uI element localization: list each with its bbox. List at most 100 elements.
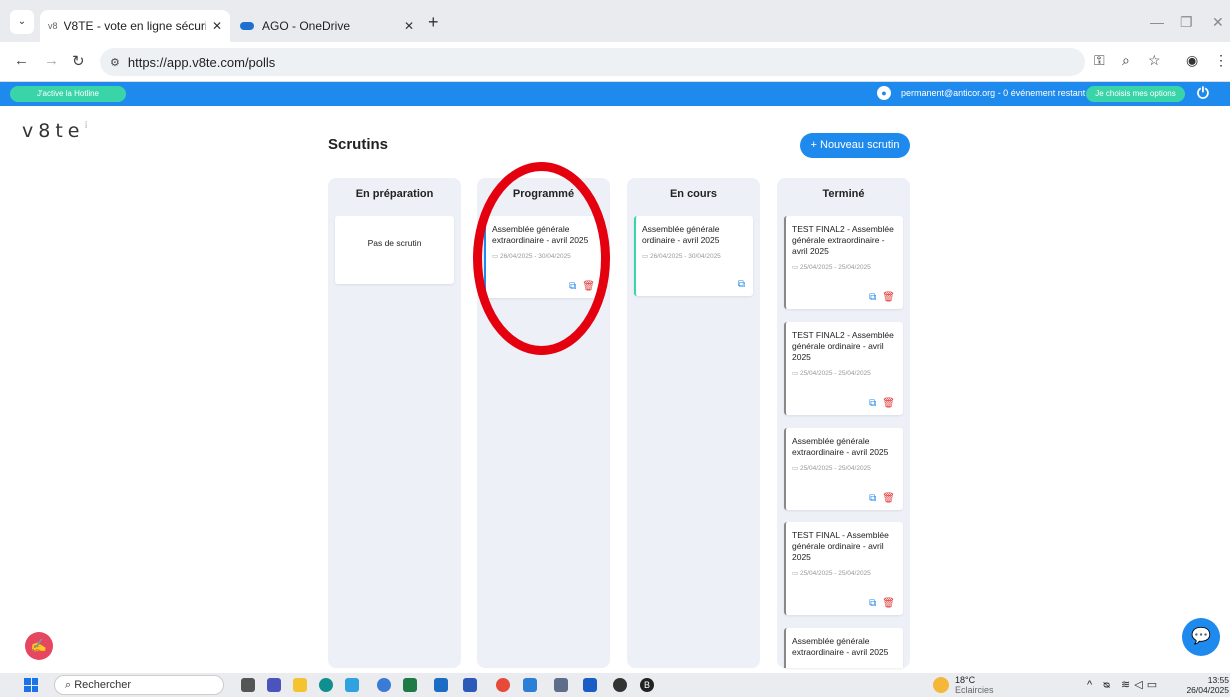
close-icon[interactable]: ✕	[404, 19, 414, 33]
tab-search-button[interactable]: ⌄	[10, 10, 34, 34]
clock-date: 26/04/2025	[1186, 685, 1229, 695]
user-info[interactable]: ● permanent@anticor.org - 0 événement re…	[877, 86, 1085, 100]
teams-icon[interactable]	[267, 678, 281, 692]
mic-icon[interactable]: ᴓ	[1103, 679, 1114, 691]
hotline-button[interactable]: J'active la Hotline	[10, 86, 126, 102]
poll-title: Assemblée générale extraordinaire - avri…	[792, 636, 889, 657]
minimize-icon[interactable]: —	[1150, 14, 1164, 30]
windows-taskbar: ⌕ Rechercher B 18°C Eclaircies ^ ᴓ ≋◁▭ 1…	[0, 673, 1230, 697]
user-email: permanent@anticor.org - 0 événement rest…	[901, 88, 1086, 98]
photos-icon[interactable]	[523, 678, 537, 692]
app-icon[interactable]	[613, 678, 627, 692]
feedback-icon[interactable]: ✍	[25, 632, 53, 660]
weather-icon	[933, 677, 949, 693]
app-icon[interactable]	[377, 678, 391, 692]
tab-title: V8TE - vote en ligne sécurisé	[63, 19, 206, 33]
copy-icon[interactable]: ⧉	[869, 493, 876, 504]
copy-icon[interactable]: ⧉	[869, 398, 876, 409]
calendar-icon: ▭	[792, 264, 800, 271]
system-tray[interactable]: ^ ᴓ ≋◁▭	[1087, 678, 1161, 691]
system-clock[interactable]: 13:55 26/04/2025	[1177, 675, 1229, 695]
poll-card[interactable]: Assemblée générale extraordinaire - avri…	[784, 628, 903, 668]
search-icon: ⌕	[65, 679, 75, 691]
column-title: Terminé	[822, 188, 865, 200]
weather-widget[interactable]: 18°C Eclaircies	[933, 675, 994, 695]
shield-icon[interactable]	[583, 678, 597, 692]
address-bar-row: ← → ↻ ⚙ https://app.v8te.com/polls ⚿ ⌕ ☆…	[0, 42, 1230, 82]
window-close-icon[interactable]: ✕	[1212, 14, 1224, 31]
reload-icon[interactable]: ↻	[72, 52, 85, 70]
file-explorer-icon[interactable]	[293, 678, 307, 692]
volume-icon[interactable]: ◁	[1134, 679, 1146, 691]
weather-temp: 18°C	[955, 675, 976, 685]
poll-dates: ▭ 26/04/2025 - 30/04/2025	[642, 253, 721, 260]
calendar-icon: ▭	[792, 570, 800, 577]
excel-icon[interactable]	[403, 678, 417, 692]
url-bar[interactable]: ⚙ https://app.v8te.com/polls	[100, 48, 1085, 76]
bookmark-star-icon[interactable]: ☆	[1148, 52, 1161, 69]
poll-dates: ▭ 25/04/2025 - 25/04/2025	[792, 264, 871, 271]
options-button[interactable]: Je choisis mes options	[1086, 86, 1185, 102]
copy-icon[interactable]: ⧉	[869, 598, 876, 609]
outlook-icon[interactable]	[434, 678, 448, 692]
site-settings-icon[interactable]: ⚙	[110, 56, 120, 69]
tab-onedrive[interactable]: AGO - OneDrive ✕	[232, 10, 422, 42]
trash-icon[interactable]: 🗑	[882, 598, 895, 609]
poll-title: Assemblée générale ordinaire - avril 202…	[642, 224, 720, 245]
copy-icon[interactable]: ⧉	[869, 292, 876, 303]
word-icon[interactable]	[463, 678, 477, 692]
poll-title: TEST FINAL2 - Assemblée générale extraor…	[792, 224, 894, 256]
taskbar-search[interactable]: ⌕ Rechercher	[54, 675, 224, 695]
empty-card: Pas de scrutin	[335, 216, 454, 284]
wifi-icon[interactable]: ≋	[1121, 679, 1134, 691]
tab-v8te[interactable]: v8 V8TE - vote en ligne sécurisé ✕	[40, 10, 230, 42]
close-icon[interactable]: ✕	[212, 19, 222, 33]
battery-icon[interactable]: ▭	[1147, 679, 1161, 691]
trash-icon[interactable]: 🗑	[882, 493, 895, 504]
poll-actions: ⧉ 🗑	[869, 493, 895, 504]
column-termine: Terminé TEST FINAL2 - Assemblée générale…	[777, 178, 910, 668]
column-en-cours: En cours Assemblée générale ordinaire - …	[627, 178, 760, 668]
password-key-icon[interactable]: ⚿	[1094, 52, 1105, 69]
poll-card[interactable]: TEST FINAL - Assemblée générale ordinair…	[784, 522, 903, 615]
poll-card[interactable]: TEST FINAL2 - Assemblée générale ordinai…	[784, 322, 903, 415]
profile-icon[interactable]: ◉	[1186, 52, 1198, 69]
edge-icon[interactable]	[319, 678, 333, 692]
v8te-logo[interactable]: v8te⁞	[22, 120, 88, 142]
chat-icon[interactable]: 💬	[1182, 618, 1220, 656]
logo-text: v8te	[22, 120, 85, 142]
app-top-bar: J'active la Hotline ● permanent@anticor.…	[0, 82, 1230, 106]
chevron-up-icon[interactable]: ^	[1087, 679, 1096, 691]
trash-icon[interactable]: 🗑	[882, 292, 895, 303]
poll-dates: ▭ 25/04/2025 - 25/04/2025	[792, 465, 871, 472]
task-view-icon[interactable]	[241, 678, 255, 692]
chrome-icon[interactable]	[496, 678, 510, 692]
user-icon: ●	[877, 86, 891, 100]
poll-actions: ⧉	[738, 279, 745, 290]
page-title: Scrutins	[328, 136, 389, 153]
app-icon[interactable]	[345, 678, 359, 692]
poll-title: Assemblée générale extraordinaire - avri…	[792, 436, 889, 457]
more-menu-icon[interactable]: ⋮	[1214, 52, 1228, 69]
poll-card[interactable]: TEST FINAL2 - Assemblée générale extraor…	[784, 216, 903, 309]
calendar-icon: ▭	[792, 370, 800, 377]
red-annotation-circle	[473, 162, 610, 355]
new-tab-button[interactable]: +	[428, 12, 439, 33]
trash-icon[interactable]: 🗑	[882, 398, 895, 409]
restore-icon[interactable]: ❐	[1180, 14, 1193, 31]
poll-card[interactable]: Assemblée générale ordinaire - avril 202…	[634, 216, 753, 296]
calendar-icon: ▭	[642, 253, 650, 260]
clock-time: 13:55	[1207, 675, 1229, 685]
settings-icon[interactable]	[554, 678, 568, 692]
forward-arrow-icon[interactable]: →	[44, 52, 59, 69]
url-text: https://app.v8te.com/polls	[127, 54, 276, 70]
power-icon[interactable]: ⏻	[1197, 85, 1209, 102]
zoom-icon[interactable]: ⌕	[1122, 52, 1130, 69]
windows-start-icon[interactable]	[24, 678, 38, 692]
back-arrow-icon[interactable]: ←	[14, 52, 29, 69]
calendar-icon: ▭	[792, 465, 800, 472]
copy-icon[interactable]: ⧉	[738, 279, 745, 290]
b-app-icon[interactable]: B	[640, 678, 654, 692]
poll-card[interactable]: Assemblée générale extraordinaire - avri…	[784, 428, 903, 510]
new-poll-button[interactable]: + Nouveau scrutin	[800, 133, 910, 158]
